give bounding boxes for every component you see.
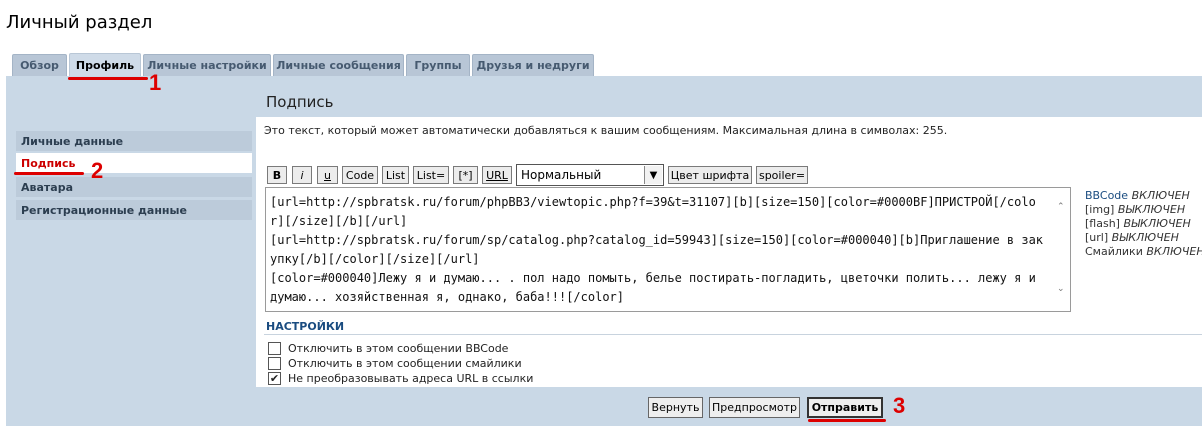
font-color-button[interactable]: Цвет шрифта — [668, 166, 752, 184]
list-item-button[interactable]: [*] — [453, 166, 478, 184]
sidebar-item-signature[interactable]: Подпись — [16, 153, 252, 173]
status-label: [url] — [1085, 231, 1109, 244]
status-label: BBCode — [1085, 189, 1129, 202]
tab-profile[interactable]: Профиль — [69, 53, 141, 77]
annotation-underline — [14, 172, 84, 175]
url-button[interactable]: URL — [482, 166, 512, 184]
checkbox-disable-bbcode[interactable] — [268, 342, 281, 355]
page-title: Личный раздел — [6, 12, 153, 33]
italic-button[interactable]: i — [292, 166, 312, 184]
font-size-select[interactable]: Нормальный ▼ — [516, 164, 664, 186]
checkmark-icon: ✔ — [269, 372, 280, 385]
annotation-underline — [808, 419, 886, 422]
tab-private-messages[interactable]: Личные сообщения — [273, 54, 404, 76]
status-label: [flash] — [1085, 217, 1120, 230]
submit-button[interactable]: Отправить — [807, 397, 883, 418]
status-value: ВЫКЛЮЧЕН — [1123, 217, 1191, 230]
underline-button[interactable]: u — [317, 166, 338, 184]
option-label: Отключить в этом сообщении смайлики — [288, 357, 522, 370]
tab-personal-settings[interactable]: Личные настройки — [143, 54, 271, 76]
option-label: Отключить в этом сообщении BBCode — [288, 342, 509, 355]
bbcode-status-row: [img] ВЫКЛЮЧЕН — [1085, 203, 1202, 217]
signature-description: Это текст, который может автоматически д… — [264, 124, 948, 137]
reset-button[interactable]: Вернуть — [648, 397, 703, 418]
tab-groups[interactable]: Группы — [406, 54, 470, 76]
preview-button[interactable]: Предпросмотр — [709, 397, 800, 418]
status-label: Смайлики — [1085, 245, 1143, 258]
option-disable-smilies: Отключить в этом сообщении смайлики — [268, 357, 522, 370]
status-value: ВКЛЮЧЕН — [1146, 245, 1202, 258]
annotation-number: 2 — [91, 158, 104, 183]
tab-overview[interactable]: Обзор — [12, 54, 67, 76]
textarea-scrollbar[interactable]: ⌃ ⌄ — [1054, 188, 1070, 311]
status-value: ВЫКЛЮЧЕН — [1117, 203, 1186, 216]
sidebar-item-registration[interactable]: Регистрационные данные — [16, 200, 252, 220]
sidebar-item-personal-data[interactable]: Личные данные — [16, 131, 252, 151]
scroll-up-icon: ⌃ — [1057, 202, 1065, 212]
settings-title: НАСТРОЙКИ — [266, 320, 345, 333]
status-value: ВЫКЛЮЧЕН — [1111, 231, 1179, 244]
tab-friends-foes[interactable]: Друзья и недруги — [472, 54, 594, 76]
signature-textarea[interactable]: [url=http://spbratsk.ru/forum/phpBB3/vie… — [265, 187, 1071, 312]
option-label: Не преобразовывать адреса URL в ссылки — [288, 372, 534, 385]
annotation-number: 3 — [893, 393, 906, 418]
font-size-value: Нормальный — [521, 168, 602, 182]
scroll-down-icon: ⌄ — [1057, 284, 1065, 294]
annotation-underline — [68, 77, 148, 80]
status-value: ВКЛЮЧЕН — [1131, 189, 1190, 202]
bold-button[interactable]: B — [267, 166, 287, 184]
list-eq-button[interactable]: List= — [413, 166, 449, 184]
option-no-url-parse: ✔ Не преобразовывать адреса URL в ссылки — [268, 372, 533, 385]
annotation-number: 1 — [149, 70, 162, 95]
code-button[interactable]: Code — [342, 166, 378, 184]
section-heading: Подпись — [266, 93, 334, 111]
chevron-down-icon: ▼ — [644, 166, 662, 184]
spoiler-button[interactable]: spoiler= — [756, 166, 808, 184]
checkbox-no-url-parse[interactable]: ✔ — [268, 372, 281, 385]
bbcode-status-row: [url] ВЫКЛЮЧЕН — [1085, 231, 1202, 245]
option-disable-bbcode: Отключить в этом сообщении BBCode — [268, 342, 508, 355]
bbcode-status-row: [flash] ВЫКЛЮЧЕН — [1085, 217, 1202, 231]
status-label: [img] — [1085, 203, 1115, 216]
checkbox-disable-smilies[interactable] — [268, 357, 281, 370]
bbcode-status: BBCode ВКЛЮЧЕН [img] ВЫКЛЮЧЕН [flash] ВЫ… — [1085, 189, 1202, 259]
list-button[interactable]: List — [382, 166, 409, 184]
bbcode-status-row: BBCode ВКЛЮЧЕН — [1085, 189, 1202, 203]
settings-divider — [264, 334, 1202, 335]
bbcode-status-row: Смайлики ВКЛЮЧЕН — [1085, 245, 1202, 259]
sidebar-item-avatar[interactable]: Аватара — [16, 177, 252, 197]
signature-text: [url=http://spbratsk.ru/forum/phpBB3/vie… — [270, 195, 1044, 304]
